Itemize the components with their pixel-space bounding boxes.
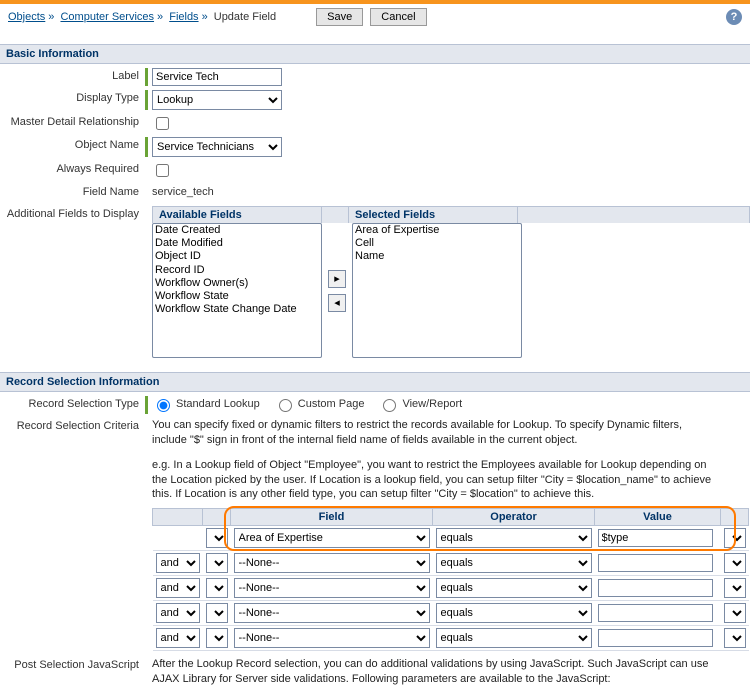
- breadcrumb-link-fields[interactable]: Fields: [169, 11, 198, 23]
- criteria-help-text-1: You can specify fixed or dynamic filters…: [152, 418, 712, 448]
- criteria-paren-open-select[interactable]: [206, 628, 228, 648]
- radio-view-report[interactable]: View/Report: [378, 396, 462, 412]
- criteria-field-select[interactable]: Area of Expertise: [234, 528, 430, 548]
- criteria-value-input[interactable]: [598, 529, 713, 547]
- criteria-operator-select[interactable]: equals: [436, 578, 592, 598]
- breadcrumb: Objects» Computer Services» Fields» Upda…: [8, 11, 276, 23]
- available-field-option[interactable]: Workflow Owner(s): [153, 277, 321, 290]
- criteria-join-select[interactable]: and: [156, 628, 200, 648]
- criteria-join-select[interactable]: and: [156, 603, 200, 623]
- criteria-row: Area of Expertise equals: [153, 526, 749, 551]
- selected-fields-header: Selected Fields: [348, 206, 518, 223]
- field-name-value: service_tech: [152, 184, 214, 198]
- label-record-selection-type: Record Selection Type: [0, 396, 145, 410]
- criteria-paren-close-select[interactable]: [724, 528, 746, 548]
- criteria-paren-close-select[interactable]: [724, 553, 746, 573]
- criteria-value-input[interactable]: [598, 579, 713, 597]
- selected-field-option[interactable]: Cell: [353, 237, 521, 250]
- criteria-row: and --None-- equals: [153, 576, 749, 601]
- page-header: Objects» Computer Services» Fields» Upda…: [0, 4, 750, 30]
- criteria-table: Field Operator Value Area of Expertise eq…: [152, 508, 749, 651]
- criteria-paren-close-select[interactable]: [724, 603, 746, 623]
- section-basic-information: Basic Information: [0, 44, 750, 64]
- available-field-option[interactable]: Record ID: [153, 264, 321, 277]
- label-display-type: Display Type: [0, 90, 145, 104]
- label-input[interactable]: [152, 68, 282, 86]
- selected-field-option[interactable]: Name: [353, 250, 521, 263]
- criteria-help-text-2: e.g. In a Lookup field of Object "Employ…: [152, 458, 712, 503]
- object-name-select[interactable]: Service Technicians: [152, 137, 282, 157]
- label-always-required: Always Required: [0, 161, 145, 175]
- criteria-paren-close-select[interactable]: [724, 578, 746, 598]
- label-object-name: Object Name: [0, 137, 145, 151]
- move-left-button[interactable]: ◂: [328, 294, 346, 312]
- criteria-paren-close-select[interactable]: [724, 628, 746, 648]
- available-field-option[interactable]: Date Modified: [153, 237, 321, 250]
- criteria-row: and --None-- equals: [153, 626, 749, 651]
- criteria-value-input[interactable]: [598, 629, 713, 647]
- label-record-selection-criteria: Record Selection Criteria: [0, 418, 145, 432]
- available-field-option[interactable]: Workflow State: [153, 290, 321, 303]
- breadcrumb-link-computer-services[interactable]: Computer Services: [60, 11, 154, 23]
- criteria-operator-select[interactable]: equals: [436, 528, 592, 548]
- save-button[interactable]: Save: [316, 8, 363, 26]
- criteria-join-select[interactable]: and: [156, 578, 200, 598]
- criteria-field-select[interactable]: --None--: [234, 578, 430, 598]
- selected-field-option[interactable]: Area of Expertise: [353, 224, 521, 237]
- criteria-paren-open-select[interactable]: [206, 553, 228, 573]
- criteria-col-field: Field: [231, 509, 433, 526]
- criteria-join-select[interactable]: and: [156, 553, 200, 573]
- criteria-paren-open-select[interactable]: [206, 528, 228, 548]
- post-js-help-text: After the Lookup Record selection, you c…: [152, 657, 712, 687]
- criteria-field-select[interactable]: --None--: [234, 603, 430, 623]
- criteria-paren-open-select[interactable]: [206, 578, 228, 598]
- label-additional-fields: Additional Fields to Display: [0, 206, 145, 220]
- cancel-button[interactable]: Cancel: [370, 8, 426, 26]
- breadcrumb-current: Update Field: [214, 11, 276, 23]
- section-record-selection: Record Selection Information: [0, 372, 750, 392]
- criteria-operator-select[interactable]: equals: [436, 603, 592, 623]
- criteria-operator-select[interactable]: equals: [436, 553, 592, 573]
- criteria-field-select[interactable]: --None--: [234, 628, 430, 648]
- move-right-button[interactable]: ▸: [328, 270, 346, 288]
- radio-custom-page[interactable]: Custom Page: [274, 396, 365, 412]
- help-icon[interactable]: ?: [726, 9, 742, 25]
- criteria-col-value: Value: [595, 509, 721, 526]
- always-required-checkbox[interactable]: [156, 164, 169, 177]
- criteria-field-select[interactable]: --None--: [234, 553, 430, 573]
- criteria-col-operator: Operator: [433, 509, 595, 526]
- label-post-selection-js: Post Selection JavaScript: [0, 657, 145, 671]
- criteria-row: and --None-- equals: [153, 551, 749, 576]
- criteria-value-input[interactable]: [598, 554, 713, 572]
- criteria-row: and --None-- equals: [153, 601, 749, 626]
- criteria-operator-select[interactable]: equals: [436, 628, 592, 648]
- label-field-name: Field Name: [0, 184, 145, 198]
- display-type-select[interactable]: Lookup: [152, 90, 282, 110]
- criteria-value-input[interactable]: [598, 604, 713, 622]
- available-field-option[interactable]: Workflow State Change Date: [153, 303, 321, 316]
- available-fields-list[interactable]: Date CreatedDate ModifiedObject IDRecord…: [152, 223, 322, 358]
- breadcrumb-link-objects[interactable]: Objects: [8, 11, 45, 23]
- selected-fields-list[interactable]: Area of ExpertiseCellName: [352, 223, 522, 358]
- criteria-paren-open-select[interactable]: [206, 603, 228, 623]
- available-field-option[interactable]: Date Created: [153, 224, 321, 237]
- label-master-detail: Master Detail Relationship: [0, 114, 145, 128]
- radio-standard-lookup[interactable]: Standard Lookup: [152, 396, 260, 412]
- available-field-option[interactable]: Object ID: [153, 250, 321, 263]
- master-detail-checkbox[interactable]: [156, 117, 169, 130]
- label-label: Label: [0, 68, 145, 82]
- available-fields-header: Available Fields: [152, 206, 322, 223]
